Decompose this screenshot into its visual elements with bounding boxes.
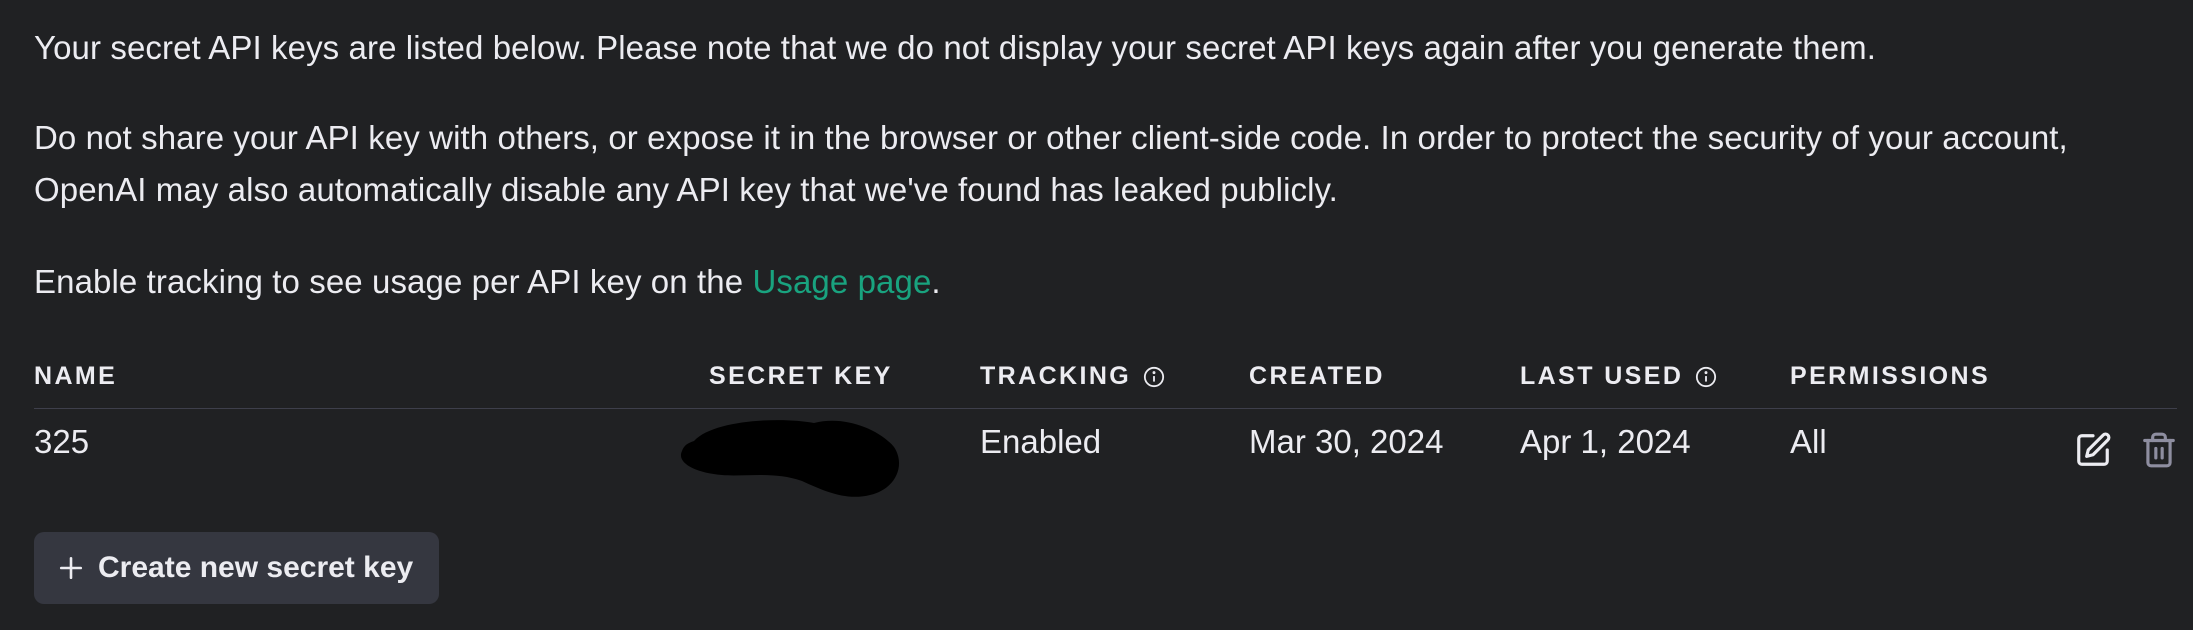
created-date-cell: Mar 30, 2024	[1249, 423, 1444, 460]
tracking-status-cell: Enabled	[980, 423, 1102, 460]
tracking-hint-period: .	[931, 263, 941, 300]
column-header-created-label: CREATED	[1249, 362, 1385, 390]
create-new-secret-key-button[interactable]: Create new secret key	[34, 532, 440, 604]
column-header-name-label: NAME	[34, 362, 118, 390]
usage-page-link[interactable]: Usage page	[752, 263, 931, 300]
redacted-secret-key	[680, 420, 900, 497]
intro-paragraph-1: Your secret API keys are listed below. P…	[34, 29, 1877, 66]
column-header-tracking-label: TRACKING	[980, 362, 1132, 390]
api-keys-table: NAME SECRET KEY TRACKING CREATED LAST US…	[34, 352, 2178, 497]
column-header-secret-key: SECRET KEY	[709, 362, 893, 391]
info-icon[interactable]	[1695, 366, 1717, 388]
info-icon[interactable]	[1143, 366, 1165, 388]
column-header-last-used-label: LAST USED	[1520, 362, 1684, 390]
intro-paragraph-3: Enable tracking to see usage per API key…	[34, 256, 941, 308]
tracking-hint-text: Enable tracking to see usage per API key…	[34, 263, 753, 300]
permissions-cell: All	[1790, 423, 1827, 460]
table-row: 325 Enabled Mar 30, 2024 Apr 1, 2024 All	[34, 409, 2178, 497]
edit-icon[interactable]	[2074, 431, 2112, 469]
create-button-label: Create new secret key	[98, 551, 414, 584]
table-header-row: NAME SECRET KEY TRACKING CREATED LAST US…	[34, 352, 2177, 409]
column-header-tracking: TRACKING	[980, 362, 1165, 391]
plus-icon	[59, 556, 83, 580]
column-header-permissions: PERMISSIONS	[1790, 362, 1990, 391]
last-used-date-cell: Apr 1, 2024	[1520, 423, 1691, 460]
column-header-name: NAME	[34, 362, 117, 391]
column-header-created: CREATED	[1249, 362, 1385, 391]
column-header-permissions-label: PERMISSIONS	[1790, 362, 1991, 390]
trash-icon[interactable]	[2140, 431, 2178, 469]
column-header-last-used: LAST USED	[1520, 362, 1717, 391]
intro-paragraph-2: Do not share your API key with others, o…	[34, 119, 2068, 208]
key-name-cell: 325	[34, 423, 90, 460]
column-header-secret-key-label: SECRET KEY	[709, 362, 893, 390]
